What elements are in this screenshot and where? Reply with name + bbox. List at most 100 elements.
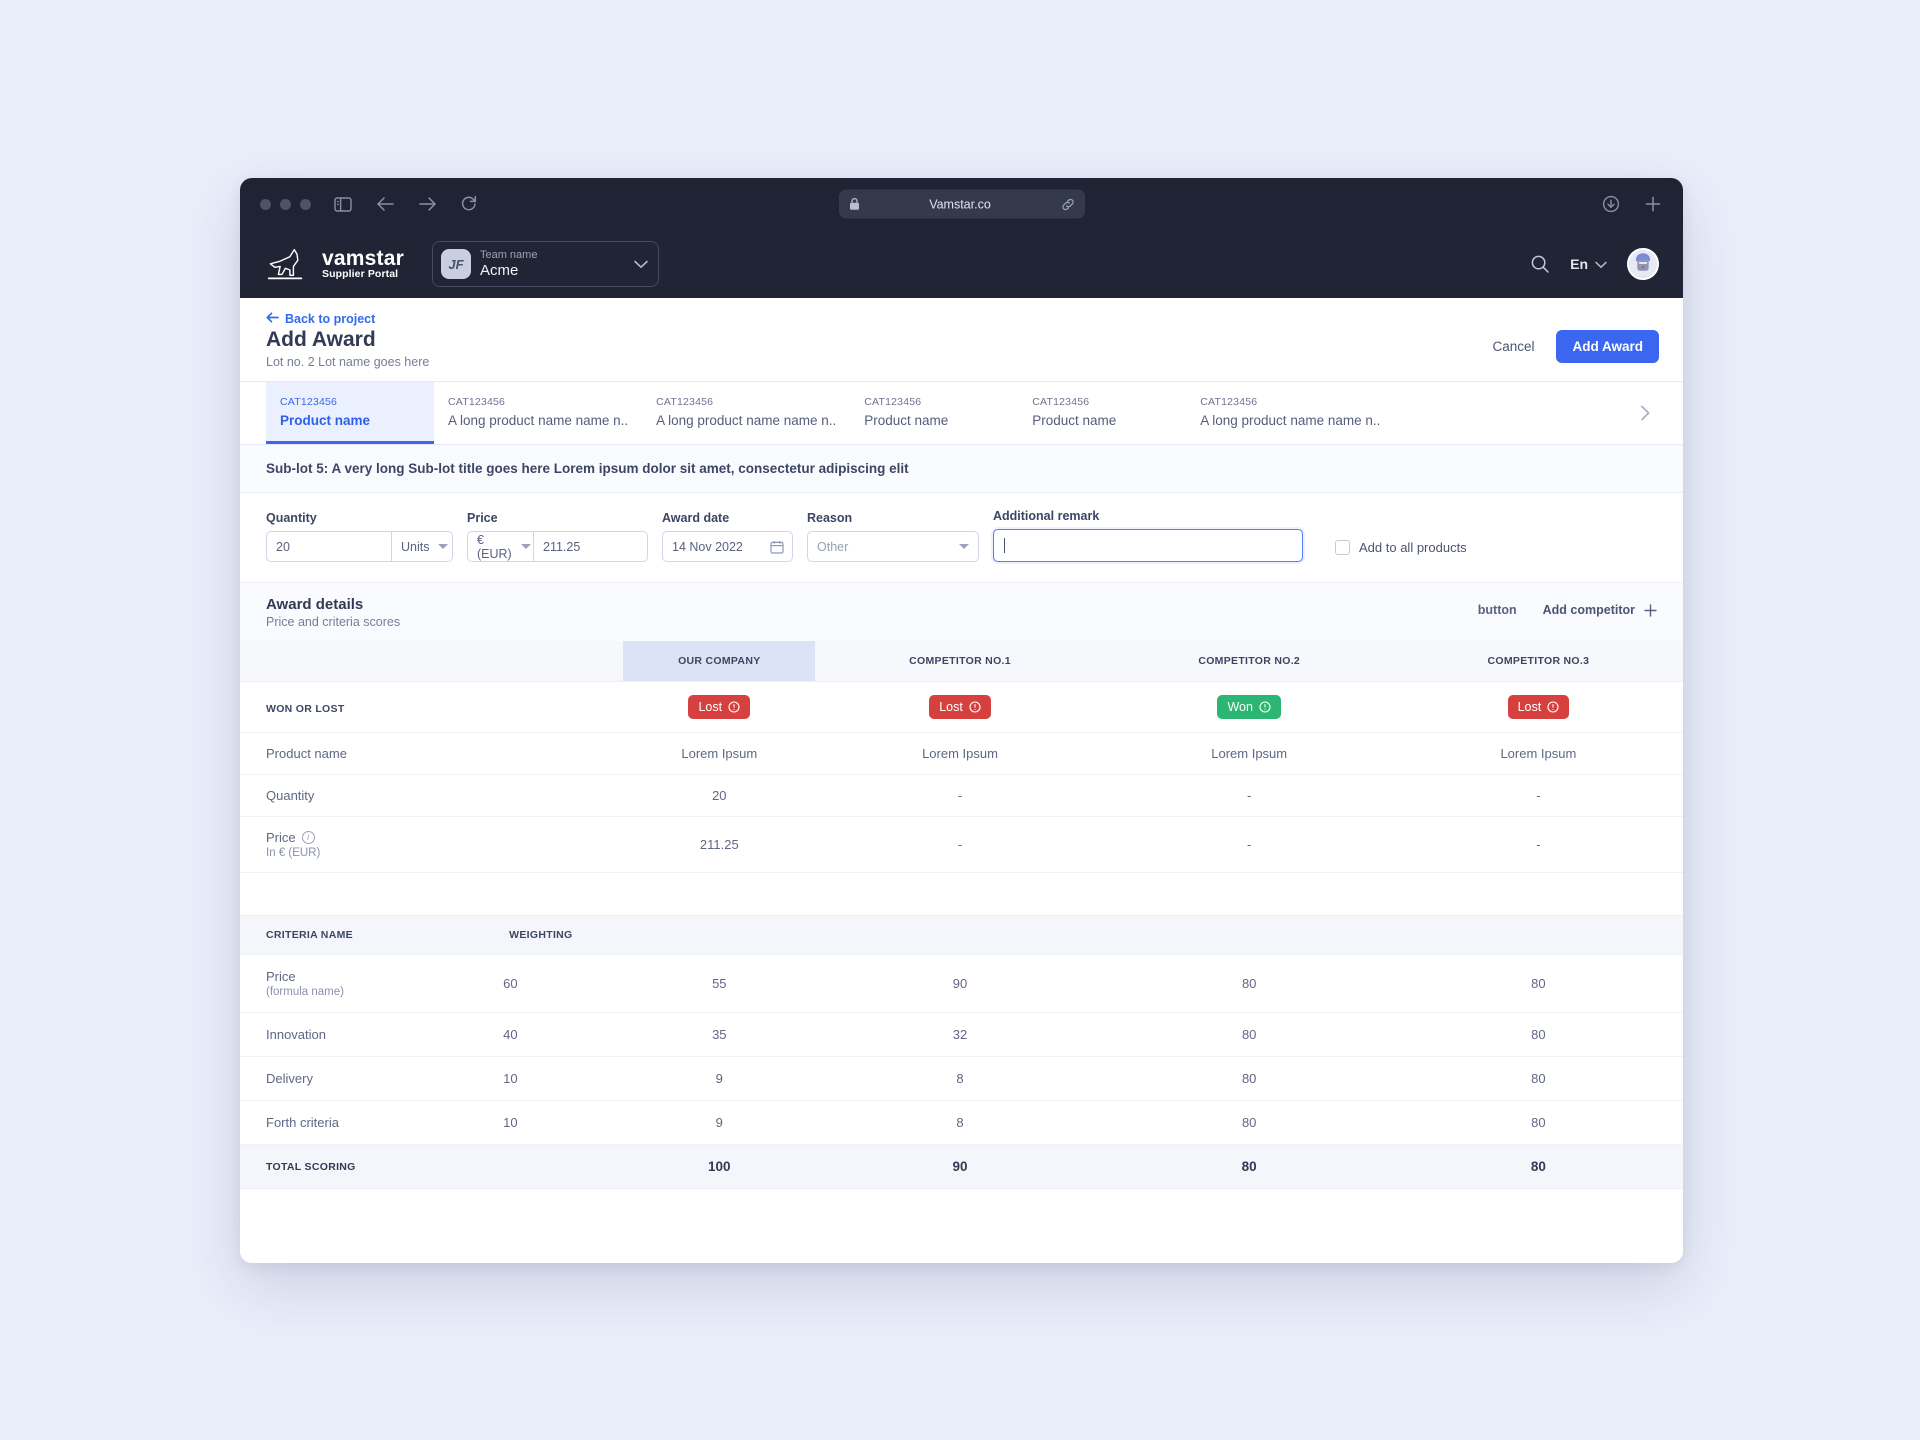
cell-competitor-1: - [815, 816, 1105, 873]
additional-remark-input[interactable] [993, 529, 1303, 562]
criteria-score-comp3: 80 [1393, 1056, 1683, 1101]
reason-label: Reason [807, 511, 853, 525]
criteria-score-comp2: 80 [1104, 1012, 1394, 1057]
total-label: TOTAL SCORING [240, 1144, 504, 1189]
product-tab-3[interactable]: CAT123456 A long product name name n.. [642, 382, 850, 444]
col-header-weighting: WEIGHTING [503, 915, 624, 955]
quantity-unit-select[interactable]: Units [391, 531, 453, 562]
status-badge[interactable]: Lost [1507, 695, 1570, 719]
chevron-down-icon [438, 544, 449, 549]
product-tab-2[interactable]: CAT123456 A long product name name n.. [434, 382, 642, 444]
sidebar-toggle-icon[interactable] [333, 194, 353, 214]
maximize-window-dot[interactable] [300, 198, 311, 210]
product-tab-4[interactable]: CAT123456 Product name [850, 382, 1018, 444]
search-icon[interactable] [1530, 254, 1550, 274]
product-tab-5[interactable]: CAT123456 Product name [1018, 382, 1186, 444]
vamstar-logo[interactable]: vamstar Supplier Portal [266, 247, 404, 281]
criteria-score-comp2: 80 [1104, 954, 1394, 1013]
row-label: Quantity [240, 774, 624, 817]
criteria-score-comp3: 80 [1393, 954, 1683, 1013]
cell-competitor-1: Lost [815, 681, 1105, 733]
product-tab-1[interactable]: CAT123456 Product name [266, 382, 434, 444]
alert-circle-icon [969, 701, 981, 713]
criteria-score-our: 9 [623, 1056, 816, 1101]
criteria-weighting: 10 [503, 1056, 624, 1101]
status-badge[interactable]: Lost [688, 695, 751, 719]
quantity-field-group: Quantity 20 Units [266, 511, 453, 562]
language-selector[interactable]: En [1570, 256, 1607, 272]
generic-button[interactable]: button [1478, 603, 1517, 617]
status-badge-label: Won [1227, 700, 1253, 714]
status-badge[interactable]: Won [1217, 695, 1281, 719]
page-subtitle: Lot no. 2 Lot name goes here [266, 355, 430, 369]
plus-icon [1644, 603, 1657, 617]
link-icon[interactable] [1061, 197, 1075, 211]
product-tab-code: CAT123456 [864, 396, 922, 408]
back-arrow-icon [266, 312, 279, 326]
product-tab-label: A long product name name n.. [448, 413, 629, 428]
price-input[interactable]: 211.25 [533, 531, 648, 562]
download-icon[interactable] [1601, 194, 1621, 214]
criteria-header-row: CRITERIA NAME WEIGHTING [240, 915, 1683, 955]
checkbox-box[interactable] [1335, 540, 1350, 555]
criteria-row-forth: Forth criteria 10 9 8 80 80 [240, 1100, 1683, 1145]
chevron-down-icon [1595, 256, 1607, 272]
calendar-icon[interactable] [770, 540, 784, 554]
product-tab-6[interactable]: CAT123456 A long product name name n.. [1186, 382, 1394, 444]
reason-select[interactable]: Other [807, 531, 979, 562]
product-tab-code: CAT123456 [656, 396, 714, 408]
total-weighting [503, 1144, 624, 1189]
col-header-competitor-2: COMPETITOR NO.2 [1104, 641, 1394, 682]
criteria-row-delivery: Delivery 10 9 8 80 80 [240, 1056, 1683, 1101]
add-competitor-label: Add competitor [1542, 603, 1635, 617]
avatar[interactable] [1627, 248, 1659, 280]
criteria-name-cell: Forth criteria [240, 1100, 504, 1145]
wolf-logo-icon [266, 247, 312, 281]
award-form: Quantity 20 Units Price € (EUR) 211.25 A… [240, 493, 1683, 582]
criteria-score-our: 35 [623, 1012, 816, 1057]
new-tab-icon[interactable] [1643, 194, 1663, 214]
reload-icon[interactable] [459, 194, 479, 214]
info-icon[interactable]: i [301, 831, 315, 844]
currency-value: € (EUR) [477, 532, 512, 561]
col-header-competitor-1: COMPETITOR NO.1 [815, 641, 1105, 682]
minimize-window-dot[interactable] [280, 198, 291, 210]
add-to-all-products-checkbox[interactable]: Add to all products [1335, 540, 1467, 562]
url-bar[interactable]: Vamstar.co [838, 189, 1085, 219]
sublot-title: Sub-lot 5: A very long Sub-lot title goe… [240, 445, 1683, 493]
award-date-input[interactable]: 14 Nov 2022 [662, 531, 793, 562]
award-date-field-group: Award date 14 Nov 2022 [662, 511, 793, 562]
quantity-label: Quantity [266, 511, 317, 525]
browser-chrome: Vamstar.co [240, 178, 1683, 230]
cancel-button[interactable]: Cancel [1492, 339, 1534, 354]
criteria-table: CRITERIA NAME WEIGHTING Price (formula n… [240, 915, 1683, 1189]
currency-select[interactable]: € (EUR) [467, 531, 533, 562]
status-badge-label: Lost [1517, 700, 1542, 714]
page-tail [240, 1189, 1683, 1263]
award-details-actions: button Add competitor [1478, 596, 1657, 617]
window-controls[interactable] [260, 198, 311, 210]
back-arrow-icon[interactable] [375, 194, 395, 214]
chevron-right-icon[interactable] [1626, 382, 1657, 444]
quantity-unit-value: Units [401, 539, 430, 554]
team-selector[interactable]: JF Team name Acme [431, 241, 659, 287]
forward-arrow-icon[interactable] [417, 194, 437, 214]
chevron-down-icon [634, 260, 648, 269]
add-award-button[interactable]: Add Award [1556, 330, 1659, 363]
back-to-project-link[interactable]: Back to project [266, 312, 429, 326]
close-window-dot[interactable] [260, 198, 271, 210]
award-details-titles: Award details Price and criteria scores [266, 596, 400, 629]
col-header-comp1-score [815, 915, 1105, 955]
logo-wordmark: vamstar Supplier Portal [322, 248, 404, 280]
add-competitor-button[interactable]: Add competitor [1543, 603, 1657, 617]
award-date-value: 14 Nov 2022 [672, 539, 743, 554]
cell-competitor-2: Won [1104, 681, 1394, 733]
cell-competitor-2: - [1104, 774, 1394, 817]
alert-circle-icon [1259, 701, 1271, 713]
criteria-name-cell: Innovation [240, 1012, 504, 1057]
back-to-project-label: Back to project [285, 312, 376, 326]
cell-competitor-1: Lorem Ipsum [815, 732, 1105, 775]
status-badge[interactable]: Lost [929, 695, 991, 719]
status-badge-label: Lost [939, 700, 963, 714]
quantity-input[interactable]: 20 [266, 531, 391, 562]
